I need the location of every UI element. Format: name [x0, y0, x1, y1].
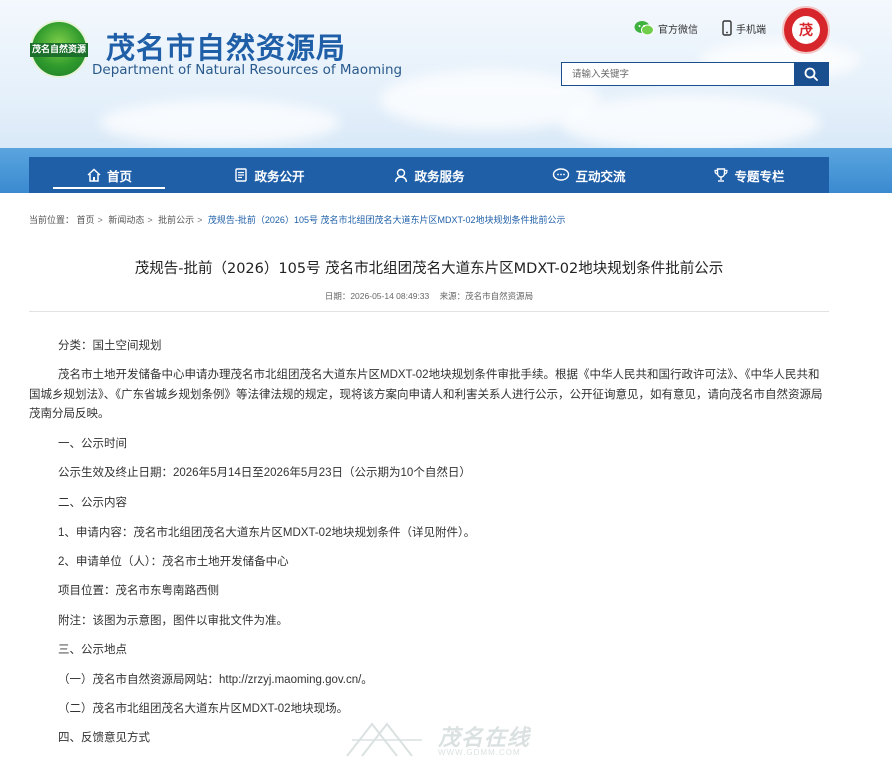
breadcrumb-item-news[interactable]: 新闻动态 [108, 215, 144, 225]
nav-label: 首页 [106, 169, 132, 184]
service-icon [395, 168, 408, 183]
breadcrumb-item-notice[interactable]: 批前公示 [158, 215, 194, 225]
home-icon [87, 168, 101, 182]
watermark: 茂名在线 WWW.GDMM.COM [342, 716, 552, 760]
mobile-phone-icon [722, 20, 732, 36]
breadcrumb-prefix: 当前位置： [29, 215, 75, 225]
breadcrumb: 当前位置： 首页 > 新闻动态 > 批前公示 > 茂规告-批前（2026）105号 茂… [29, 215, 566, 225]
main-nav: 首页 政务公开 政务服务 互动交流 专题专栏 [29, 157, 829, 193]
section-heading: 二、公示内容 [58, 497, 127, 509]
search-input[interactable] [562, 63, 794, 85]
article-paragraph: 附注：该图为示意图，图件以审批文件为准。 [58, 615, 288, 627]
nav-label: 政务服务 [414, 169, 465, 184]
badge-text: 茂 [792, 16, 820, 44]
nav-label: 政务公开 [254, 169, 305, 184]
nav-label: 互动交流 [575, 169, 626, 184]
wechat-label: 官方微信 [658, 24, 698, 36]
document-icon [235, 168, 248, 182]
article-source: 来源：茂名市自然资源局 [439, 291, 534, 301]
mobile-label: 手机端 [736, 24, 766, 36]
divider [29, 311, 829, 312]
nav-item-gov-affairs[interactable]: 政务公开 [189, 157, 349, 193]
search-icon [804, 67, 818, 81]
logo-text: 茂名自然资源 [30, 43, 88, 57]
search-bar [561, 62, 829, 86]
search-button[interactable] [794, 63, 828, 85]
article-paragraph: （一）茂名市自然资源局网站：http://zrzyj.maoming.gov.c… [58, 674, 373, 686]
chat-icon [553, 168, 570, 181]
site-title[interactable]: 茂名市自然资源局 [106, 25, 346, 67]
site-title-english: Department of Natural Resources of Maomi… [92, 62, 403, 78]
city-badge-logo: 茂 [782, 6, 830, 54]
nav-item-gov-services[interactable]: 政务服务 [349, 157, 509, 193]
site-logo-emblem[interactable]: 茂名自然资源 [30, 20, 88, 78]
article-title: 茂规告-批前（2026）105号 茂名市北组团茂名大道东片区MDXT-02地块规… [134, 261, 724, 277]
article-paragraph: 公示生效及终止日期：2026年5月14日至2026年5月23日（公示期为10个自… [58, 467, 471, 479]
article-paragraph: 1、申请内容：茂名市北组团茂名大道东片区MDXT-02地块规划条件（详见附件）。 [58, 527, 476, 539]
article-paragraph: 2、申请单位（人）：茂名市土地开发储备中心 [58, 556, 289, 568]
wechat-link[interactable]: 官方微信 [634, 20, 698, 36]
trophy-icon [714, 168, 729, 182]
nav-item-interaction[interactable]: 互动交流 [509, 157, 669, 193]
wechat-icon [634, 21, 654, 36]
nav-item-special-topics[interactable]: 专题专栏 [669, 157, 829, 193]
watermark-logo-icon [346, 722, 422, 757]
breadcrumb-current[interactable]: 茂规告-批前（2026）105号 茂名市北组团茂名大道东片区MDXT-02地块规… [208, 215, 566, 225]
section-heading: 三、公示地点 [58, 644, 127, 656]
nav-label: 专题专栏 [734, 169, 785, 184]
nav-item-home[interactable]: 首页 [29, 157, 189, 193]
watermark-url: WWW.GDMM.COM [438, 748, 521, 757]
article-date: 日期：2026-05-14 08:49:33 [324, 291, 430, 301]
article-meta: 日期：2026-05-14 08:49:33 来源：茂名市自然资源局 [0, 290, 858, 302]
breadcrumb-item-home[interactable]: 首页 [77, 215, 95, 225]
mobile-link[interactable]: 手机端 [722, 20, 766, 36]
article-intro: 茂名市土地开发储备中心申请办理茂名市北组团茂名大道东片区MDXT-02地块规划条… [29, 369, 823, 420]
article-category: 分类：国土空间规划 [58, 340, 162, 352]
article-paragraph: 项目位置：茂名市东粤南路西侧 [58, 585, 219, 597]
section-heading: 一、公示时间 [58, 438, 127, 450]
